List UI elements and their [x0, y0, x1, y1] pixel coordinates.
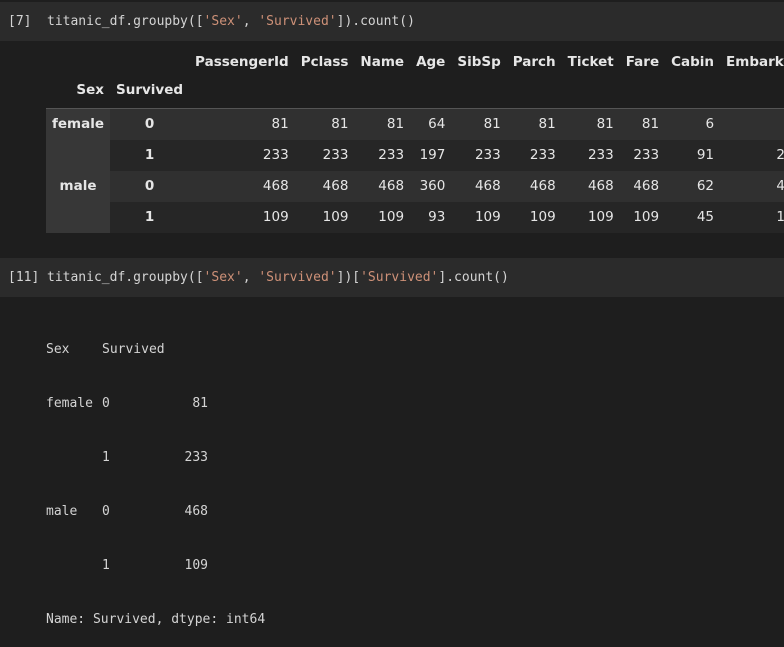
index-name-sex: Sex	[76, 82, 104, 98]
cell-value: 109	[378, 209, 405, 225]
column-header: Embarked	[726, 54, 784, 70]
table-row: 1 109 109 109 93 109 109 109 109 45 109	[46, 201, 784, 233]
table-row: female 0 81 81 81 64 81 81 81 81 6 81	[46, 108, 784, 140]
series-row: female 0 81	[46, 396, 208, 411]
cell-value: 468	[262, 178, 289, 194]
cell-code[interactable]: titanic_df.groupby(['Sex', 'Survived'])[…	[47, 270, 509, 285]
column-header: Cabin	[671, 54, 715, 70]
cell-value: 81	[331, 116, 349, 133]
cell-value: 468	[322, 178, 349, 194]
cell-value: 233	[529, 147, 556, 163]
cell-value: 109	[262, 209, 289, 225]
column-header-row: PassengerId Pclass Name Age SibSp Parch …	[46, 42, 784, 82]
column-header: Fare	[625, 54, 660, 70]
series-row: 1 109	[102, 558, 208, 573]
cell-value: 64	[428, 116, 446, 133]
cell-value: 233	[378, 147, 405, 163]
cell-value: 468	[529, 178, 556, 194]
code-cell-input-7[interactable]: [7] titanic_df.groupby(['Sex', 'Survived…	[0, 2, 784, 41]
index-survived: 0	[144, 178, 155, 194]
code-cell-input-11[interactable]: [11] titanic_df.groupby(['Sex', 'Survive…	[0, 258, 784, 297]
cell-value: 468	[587, 178, 614, 194]
cell-prompt: [11]	[8, 270, 40, 285]
cell-value: 81	[538, 116, 556, 133]
index-sex: male	[46, 170, 110, 202]
column-header: Ticket	[567, 54, 614, 70]
index-sex	[46, 139, 110, 171]
cell-value: 468	[776, 178, 784, 194]
index-survived: 1	[144, 209, 155, 225]
column-header: SibSp	[457, 54, 501, 70]
column-header: Name	[360, 54, 405, 70]
cell-value: 109	[587, 209, 614, 225]
cell-value: 233	[474, 147, 501, 163]
index-survived: 0	[144, 116, 155, 133]
cell-value: 81	[386, 116, 405, 133]
cell-value: 468	[378, 178, 405, 194]
cell-value: 360	[419, 178, 446, 194]
cell-value: 45	[696, 209, 715, 225]
cell-value: 6	[705, 116, 715, 133]
cell-value: 81	[596, 116, 614, 133]
cell-value: 109	[474, 209, 501, 225]
cell-value: 468	[633, 178, 660, 194]
cell-value: 81	[271, 116, 289, 133]
index-name-survived: Survived	[116, 82, 184, 98]
cell-value: 233	[587, 147, 614, 163]
column-header: Age	[416, 54, 446, 70]
dataframe-output: PassengerId Pclass Name Age SibSp Parch …	[46, 42, 784, 238]
index-survived: 1	[144, 147, 155, 163]
dataframe-table: PassengerId Pclass Name Age SibSp Parch …	[46, 42, 784, 233]
cell-value: 109	[776, 209, 784, 225]
index-sex	[46, 201, 110, 233]
series-row: 1 233	[102, 450, 208, 465]
cell-value: 62	[696, 178, 715, 194]
cell-value: 109	[322, 209, 349, 225]
series-header: Sex Survived	[46, 342, 165, 357]
cell-value: 81	[641, 116, 660, 133]
cell-value: 81	[720, 109, 784, 140]
table-row: male 0 468 468 468 360 468 468 468 468 6…	[46, 170, 784, 202]
cell-value: 81	[483, 116, 501, 133]
column-header: Pclass	[300, 54, 349, 70]
cell-value: 197	[419, 147, 446, 163]
series-row: male 0 468	[46, 504, 208, 519]
cell-value: 93	[428, 209, 446, 225]
column-header: PassengerId	[195, 54, 289, 70]
cell-value: 91	[696, 147, 715, 163]
column-header: Parch	[512, 54, 556, 70]
table-row: 1 233 233 233 197 233 233 233 233 91 231	[46, 139, 784, 171]
series-output: Sex Survived female 0 81 1 233 male 0 46…	[46, 305, 265, 647]
index-name-row: Sex Survived	[46, 82, 784, 109]
index-sex: female	[46, 108, 110, 140]
cell-prompt: [7]	[8, 14, 32, 29]
cell-value: 109	[529, 209, 556, 225]
cell-value: 233	[262, 147, 289, 163]
cell-code[interactable]: titanic_df.groupby(['Sex', 'Survived']).…	[47, 14, 415, 29]
series-footer: Name: Survived, dtype: int64	[46, 612, 266, 627]
cell-value: 109	[633, 209, 660, 225]
cell-value: 233	[322, 147, 349, 163]
cell-value: 233	[633, 147, 660, 163]
cell-value: 468	[474, 178, 501, 194]
cell-value: 231	[776, 147, 784, 163]
